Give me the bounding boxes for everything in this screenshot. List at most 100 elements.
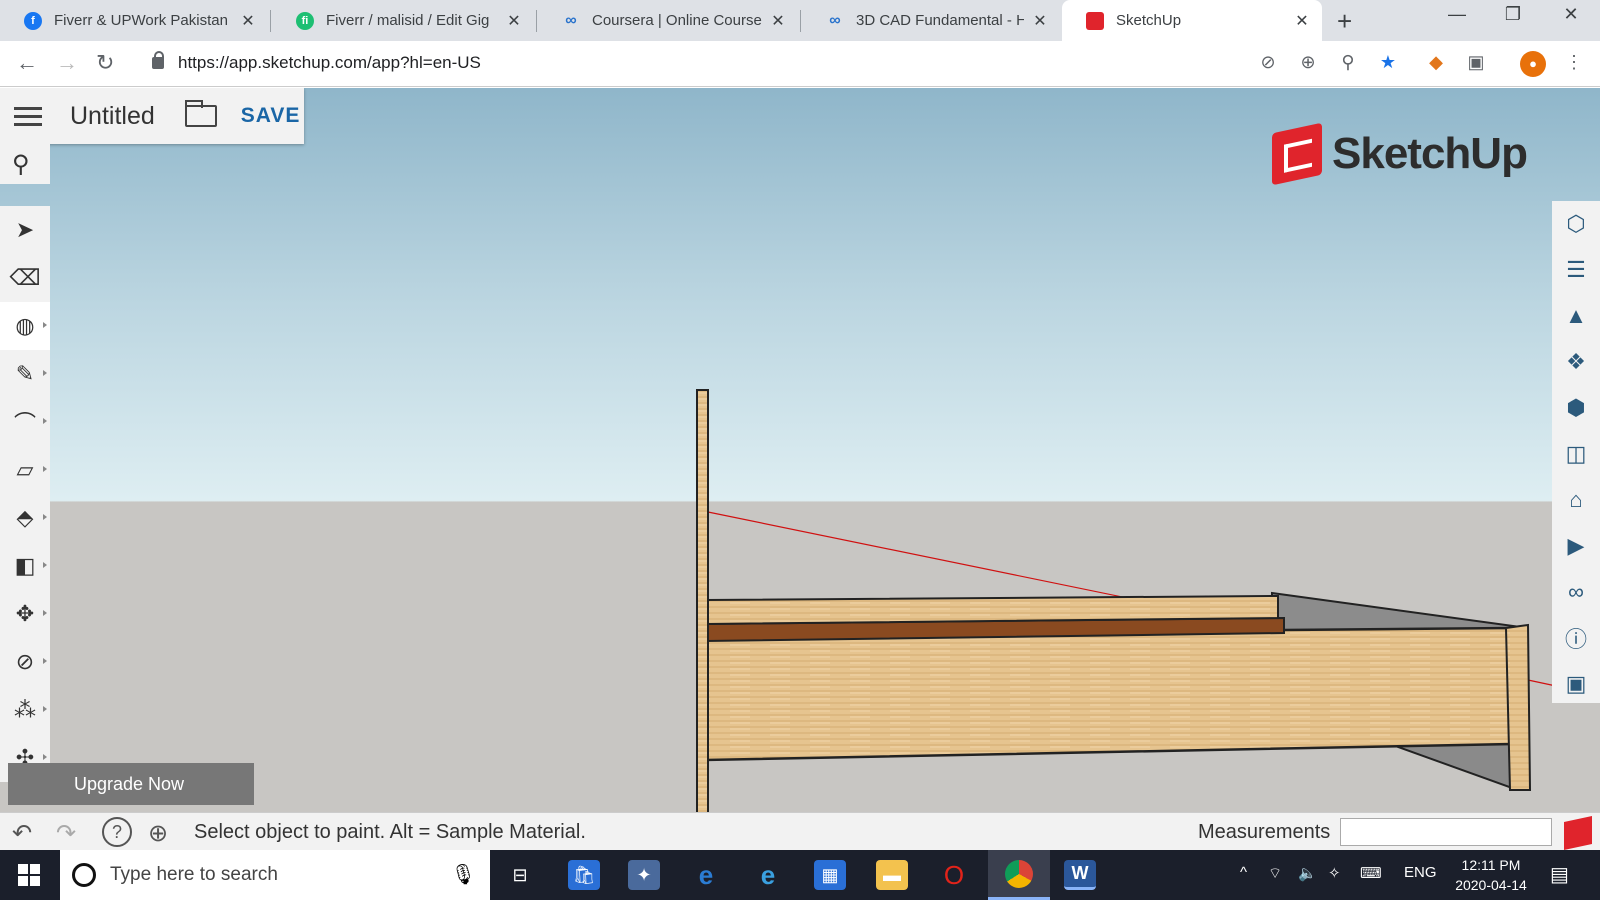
close-icon[interactable]: ✕	[504, 11, 524, 31]
internet-explorer-icon[interactable]: e	[752, 860, 784, 890]
close-icon[interactable]: ✕	[1030, 11, 1050, 31]
tape-measure-icon: ⊘	[15, 649, 35, 674]
eraser-icon: ⌫	[9, 265, 41, 290]
scenes-icon[interactable]: ▶	[1552, 523, 1600, 569]
instructor-icon[interactable]: ▲	[1552, 293, 1600, 339]
tool-flyout-arrow	[43, 706, 47, 712]
tape-measure-tool[interactable]: ⊘	[0, 638, 50, 686]
keyboard-icon[interactable]: ⌨	[1360, 864, 1382, 882]
close-icon[interactable]: ✕	[238, 11, 258, 31]
pencil-tool[interactable]: ✎	[0, 350, 50, 398]
model-drawing[interactable]	[0, 88, 1600, 812]
select-tool[interactable]: ➤	[0, 206, 50, 254]
measurements-input[interactable]	[1340, 818, 1552, 846]
back-button[interactable]: ←	[16, 50, 38, 76]
styles-icon[interactable]: ◫	[1552, 431, 1600, 477]
tags-icon[interactable]: ⌂	[1552, 477, 1600, 523]
browser-tab-strip: f Fiverr & UPWork Pakistan | ✕ fi Fiverr…	[0, 0, 1600, 41]
windows-start-icon[interactable]	[18, 864, 40, 886]
volume-icon[interactable]: 🔈	[1298, 864, 1317, 882]
tab-title: Fiverr & UPWork Pakistan |	[54, 12, 232, 29]
walk-tool[interactable]: ⁂	[0, 686, 50, 734]
folder-icon[interactable]	[184, 100, 217, 127]
clock-date: 2020-04-14	[1455, 877, 1527, 893]
solid-inspector-icon[interactable]: ▣	[1552, 661, 1600, 707]
document-title[interactable]: Untitled	[70, 102, 155, 131]
blocked-icon[interactable]: ⊘	[1256, 52, 1280, 73]
photos-icon[interactable]: ▦	[814, 860, 846, 890]
search-icon: ⚲	[12, 151, 30, 178]
taskbar-search-box[interactable]: Type here to search 🎙	[60, 850, 490, 900]
tab-fiverr[interactable]: fi Fiverr / malisid / Edit Gig ✕	[272, 0, 534, 41]
cortana-icon	[72, 863, 96, 887]
minimize-button[interactable]: —	[1434, 4, 1480, 25]
display-icon[interactable]: ∞	[1552, 569, 1600, 615]
url-text[interactable]: https://app.sketchup.com/app?hl=en-US	[178, 53, 481, 73]
upgrade-now-button[interactable]: Upgrade Now	[8, 763, 254, 805]
close-icon[interactable]: ✕	[768, 11, 788, 31]
materials-icon[interactable]: ⬢	[1552, 385, 1600, 431]
search-button[interactable]: ⚲	[0, 144, 50, 184]
view-info-icon[interactable]: ⓘ	[1552, 615, 1600, 661]
profile-avatar[interactable]: ●	[1520, 51, 1546, 77]
push-pull-tool[interactable]: ⬘	[0, 494, 50, 542]
close-window-button[interactable]: ✕	[1548, 4, 1594, 25]
redo-icon[interactable]: ↷	[56, 819, 76, 848]
undo-icon[interactable]: ↶	[12, 819, 32, 848]
rectangle-tool[interactable]: ▱	[0, 446, 50, 494]
forward-button[interactable]: →	[56, 50, 78, 76]
close-icon[interactable]: ✕	[1292, 11, 1312, 31]
eraser-tool[interactable]: ⌫	[0, 254, 50, 302]
file-explorer-icon[interactable]: ▬	[876, 860, 908, 890]
taskbar-clock[interactable]: 12:11 PM 2020-04-14	[1446, 855, 1536, 895]
components-icon[interactable]: ❖	[1552, 339, 1600, 385]
new-tab-button[interactable]: +	[1337, 6, 1352, 37]
restore-button[interactable]: ❐	[1490, 4, 1536, 25]
coursera-icon: ∞	[565, 11, 577, 29]
metamask-icon[interactable]: ◆	[1424, 52, 1448, 73]
chrome-taskbar-item[interactable]	[988, 850, 1050, 900]
edge-icon[interactable]: e	[690, 860, 722, 890]
arc-tool[interactable]: ⌒	[0, 398, 50, 446]
bookmark-star-icon[interactable]: ★	[1376, 52, 1400, 73]
entity-info-icon[interactable]: ⬡	[1552, 201, 1600, 247]
reload-button[interactable]: ↻	[96, 50, 114, 76]
tab-facebook[interactable]: f Fiverr & UPWork Pakistan | ✕	[0, 0, 268, 41]
notifications-icon[interactable]: ▤	[1550, 862, 1569, 887]
logo-text: SketchUp	[1332, 129, 1528, 178]
status-bar: ↶ ↷ ? ⊕ Select object to paint. Alt = Sa…	[0, 812, 1600, 850]
store-icon[interactable]: 🛍	[568, 860, 600, 890]
lock-icon	[152, 51, 164, 69]
network-icon[interactable]: ⌔	[1268, 864, 1282, 883]
show-hidden-icons[interactable]: ^	[1240, 864, 1247, 881]
save-button[interactable]: SAVE	[241, 104, 301, 128]
offset-tool[interactable]: ◧	[0, 542, 50, 590]
opera-icon[interactable]: O	[938, 860, 970, 890]
menu-kebab-icon[interactable]: ⋮	[1562, 52, 1586, 73]
sketchup-viewport[interactable]: Untitled SAVE ⚲ ➤ ⌫ ◍ ✎ ⌒ ▱ ⬘ ◧ ✥ ⊘ ⁂ ✣ …	[0, 88, 1600, 812]
tab-title: Fiverr / malisid / Edit Gig	[326, 12, 490, 29]
paint-bucket-tool[interactable]: ◍	[0, 302, 50, 350]
app-icon[interactable]: ✦	[628, 860, 660, 890]
word-icon[interactable]: W	[1064, 860, 1096, 890]
outliner-icon[interactable]: ☰	[1552, 247, 1600, 293]
language-indicator[interactable]: ENG	[1404, 864, 1437, 881]
tool-flyout-arrow	[43, 418, 47, 424]
push-pull-icon: ⬘	[16, 505, 34, 530]
omnibox[interactable]: https://app.sketchup.com/app?hl=en-US	[136, 46, 1396, 80]
help-icon[interactable]: ?	[102, 817, 132, 847]
add-icon[interactable]: ⊕	[1296, 52, 1320, 73]
tab-sketchup[interactable]: SketchUp ✕	[1062, 0, 1322, 41]
microphone-icon[interactable]: 🎙	[451, 862, 476, 887]
paint-bucket-icon: ◍	[15, 313, 35, 338]
tab-coursera[interactable]: ∞ Coursera | Online Courses F ✕	[538, 0, 798, 41]
move-tool[interactable]: ✥	[0, 590, 50, 638]
dropbox-icon[interactable]: ✧	[1328, 864, 1341, 882]
tab-title: Coursera | Online Courses F	[592, 12, 762, 29]
zoom-icon[interactable]: ⚲	[1336, 52, 1360, 73]
extension-icon[interactable]: ▣	[1464, 52, 1488, 73]
tab-3d-cad[interactable]: ∞ 3D CAD Fundamental - Ho ✕	[802, 0, 1060, 41]
task-view-icon[interactable]: ⊟	[504, 860, 536, 890]
globe-icon[interactable]: ⊕	[148, 819, 168, 848]
hamburger-menu-icon[interactable]	[14, 102, 42, 131]
